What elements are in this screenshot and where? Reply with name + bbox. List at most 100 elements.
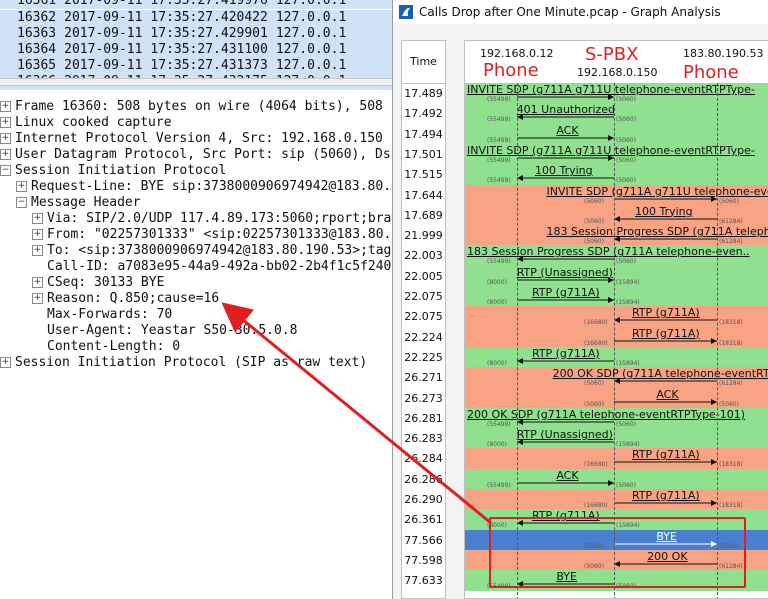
packet-row[interactable]: 16361 2017-09-11 17:35:27.419976 127.0.0.1 [0, 0, 392, 9]
pane-splitter[interactable] [0, 78, 392, 86]
flow-dest-port: (18318) [719, 502, 743, 509]
flow-dest-port: (15894) [616, 441, 640, 449]
packet-src: 127.0.0.1 [275, 58, 347, 73]
expand-toggle-icon[interactable]: + [0, 357, 11, 368]
flow-label: RTP (g711A) [631, 326, 700, 340]
detail-text: To: <sip:3738000906974942@183.80.190.53>… [47, 243, 392, 258]
flow-dest-port: (5060) [719, 400, 739, 408]
detail-text: Linux cooked capture [15, 115, 172, 130]
flow-dest-port: (15894) [616, 278, 640, 286]
flow-row[interactable]: RTP (g711A) (16680) (18318) [465, 489, 768, 510]
packet-row[interactable]: 16365 2017-09-11 17:35:27.431373 127.0.0.1 [0, 58, 392, 74]
flow-time: 17.515 [404, 168, 443, 182]
expand-toggle-icon[interactable]: + [0, 117, 11, 128]
flow-label: ACK [656, 387, 679, 401]
flow-row[interactable]: INVITE SDP (g711A g711U telephone-eventR… [465, 83, 768, 104]
flow-row[interactable]: 200 OK SDP (g711A telephone-eventRTPT (50… [465, 367, 768, 388]
flow-row[interactable]: INVITE SDP (g711A g711U telephone-event(… [465, 184, 768, 206]
flow-source-port: (55499) [487, 177, 511, 185]
flow-row[interactable]: ACK (55499) (5060) [465, 468, 768, 490]
flow-graph-canvas[interactable]: 192.168.0.12 Phone S-PBX 192.168.0.150 1… [464, 40, 768, 599]
detail-row[interactable]: + Reason: Q.850;cause=16 [0, 291, 392, 307]
expand-toggle-icon[interactable]: + [0, 101, 11, 112]
flow-row[interactable]: RTP (g711A) (8000) (15894) [465, 346, 768, 368]
flow-row[interactable]: 100 Trying (55499) (5060) [465, 164, 768, 185]
flow-row[interactable]: 200 OK SDP (g711A telephone-eventRTPType… [465, 407, 768, 429]
flow-row[interactable]: RTP (g711A) (16680) (18318) [465, 448, 768, 470]
detail-text: Max-Forwards: 70 [47, 307, 173, 322]
detail-row[interactable]: + Frame 16360: 508 bytes on wire (4064 bi… [0, 99, 392, 115]
expand-toggle-icon[interactable]: + [0, 133, 11, 144]
packet-time: 17:35:27.431100 [150, 42, 268, 57]
flow-row[interactable]: 183 Session Progress SDP (g711A telepho(… [465, 225, 768, 246]
detail-row[interactable]: +Content-Length: 0 [0, 339, 392, 355]
expand-toggle-icon[interactable]: + [32, 277, 43, 288]
detail-row[interactable]: +User-Agent: Yeastar S50-30.5.0.8 [0, 323, 392, 339]
flow-label: INVITE SDP (g711A g711U telephone-eventR… [467, 83, 755, 96]
packet-row[interactable]: 16362 2017-09-11 17:35:27.420422 127.0.0.1 [0, 10, 392, 26]
expand-toggle-icon[interactable]: + [32, 213, 43, 224]
flow-row[interactable]: RTP (g711A) (16680) (18318) [465, 306, 768, 328]
flow-row[interactable]: RTP (Unassigned) (8000) (15894) [465, 265, 768, 287]
flow-row[interactable]: ACK (55499) (5060) [465, 123, 768, 145]
flow-label: RTP (g711A) [531, 286, 600, 299]
expand-toggle-icon[interactable]: + [32, 293, 43, 304]
packet-src: 127.0.0.1 [275, 10, 347, 25]
flow-time: 26.273 [404, 391, 443, 405]
detail-row[interactable]: + Session Initiation Protocol (SIP as raw… [0, 355, 392, 371]
flow-row[interactable]: ACK (5060) (5060) [465, 387, 768, 409]
expand-toggle-icon[interactable]: + [0, 149, 11, 160]
flow-time: 17.489 [404, 87, 443, 100]
flow-dest-port: (61284) [719, 380, 743, 388]
flow-source-port: (5060) [584, 380, 604, 388]
detail-row[interactable]: + Via: SIP/2.0/UDP 117.4.89.173:5060;rpor… [0, 211, 392, 227]
detail-row[interactable]: +Call-ID: a7083e95-44a9-492a-bb02-2b4f1c… [0, 259, 392, 275]
detail-row[interactable]: + From: "02257301333" <sip:02257301333@18… [0, 227, 392, 243]
host-a-ip: 192.168.0.12 [480, 47, 554, 60]
flow-source-port: (8000) [487, 299, 507, 306]
collapse-toggle-icon[interactable]: − [16, 197, 27, 208]
packet-row[interactable]: 16363 2017-09-11 17:35:27.429901 127.0.0.1 [0, 26, 392, 42]
flow-row[interactable]: RTP (Unassigned) (8000) (15894) [465, 428, 768, 449]
detail-text: Internet Protocol Version 4, Src: 192.16… [15, 131, 383, 146]
flow-row[interactable]: INVITE SDP (g711A g711U telephone-eventR… [465, 143, 768, 165]
flow-time: 17.492 [404, 107, 443, 121]
flow-time: 26.283 [404, 432, 443, 446]
flow-dest-port: (5060) [616, 136, 636, 144]
flow-row[interactable]: RTP (g711A) (16680) (18318) [465, 326, 768, 348]
flow-dest-port: (5060) [616, 96, 636, 103]
detail-text: Session Initiation Protocol (SIP as raw … [15, 355, 368, 370]
flow-label: RTP (Unassigned) [516, 428, 613, 442]
detail-text: Request-Line: BYE sip:3738000906974942@1… [31, 179, 392, 194]
detail-row[interactable]: − Message Header [0, 195, 392, 211]
time-column: Time 17.489 17.492 17.494 17.501 17.515 17.64… [401, 40, 446, 599]
expand-toggle-icon[interactable]: + [32, 245, 43, 256]
detail-row[interactable]: − Session Initiation Protocol [0, 163, 392, 179]
flow-time: 26.290 [404, 493, 443, 506]
detail-text: From: "02257301333" <sip:02257301333@183… [47, 227, 392, 242]
host-c-ip: 183.80.190.53 [683, 47, 764, 60]
flow-label: RTP (Unassigned) [516, 265, 613, 279]
packet-date: 2017-09-11 [64, 26, 143, 41]
detail-row[interactable]: + To: <sip:3738000906974942@183.80.190.53… [0, 243, 392, 259]
detail-row[interactable]: + Internet Protocol Version 4, Src: 192.1… [0, 131, 392, 147]
flow-row[interactable]: 183 Session Progress SDP (g711A telephon… [465, 245, 768, 267]
flow-dest-port: (61284) [719, 217, 743, 225]
detail-row[interactable]: + Request-Line: BYE sip:3738000906974942@… [0, 179, 392, 195]
flow-row[interactable]: RTP (g711A) (8000) (15894) [465, 286, 768, 307]
flow-source-port: (5060) [584, 217, 604, 225]
collapse-toggle-icon[interactable]: − [0, 165, 11, 176]
detail-text: User-Agent: Yeastar S50-30.5.0.8 [47, 323, 298, 338]
detail-row[interactable]: + User Datagram Protocol, Src Port: sip (… [0, 147, 392, 163]
expand-toggle-icon[interactable]: + [16, 181, 27, 192]
detail-row[interactable]: +Max-Forwards: 70 [0, 307, 392, 323]
detail-row[interactable]: + CSeq: 30133 BYE [0, 275, 392, 291]
packet-row[interactable]: 16364 2017-09-11 17:35:27.431100 127.0.0.1 [0, 42, 392, 58]
flow-row[interactable]: 401 Unauthorized (55499) (5060) [465, 103, 768, 125]
detail-row[interactable]: + Linux cooked capture [0, 115, 392, 131]
flow-row[interactable]: 100 Trying (5060) (61284) [465, 204, 768, 226]
window-titlebar[interactable]: Calls Drop after One Minute.pcap - Graph… [393, 0, 768, 24]
flow-time: 17.494 [404, 127, 443, 141]
expand-toggle-icon[interactable]: + [32, 229, 43, 240]
packet-time: 17:35:27.419976 [150, 0, 268, 8]
